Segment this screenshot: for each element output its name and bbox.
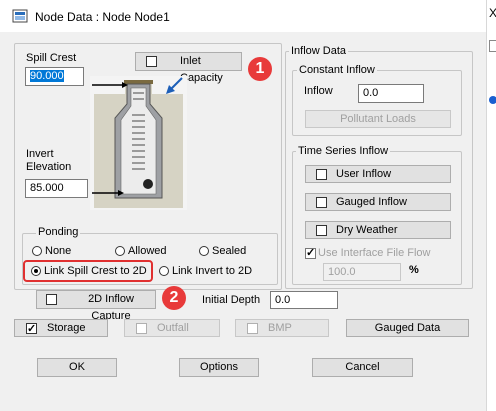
- outfall-button[interactable]: Outfall: [124, 319, 220, 337]
- user-inflow-checkbox[interactable]: [316, 169, 327, 180]
- outfall-checkbox[interactable]: [136, 323, 147, 334]
- scroll-icon: [489, 40, 496, 52]
- storage-button[interactable]: Storage: [14, 319, 108, 338]
- initial-depth-value: 0.0: [275, 294, 291, 306]
- gauged-data-button[interactable]: Gauged Data: [346, 319, 469, 337]
- app-icon: [12, 8, 28, 24]
- ponding-link-invert-radio[interactable]: [159, 266, 169, 276]
- percent-unit-label: %: [409, 264, 419, 276]
- close-icon[interactable]: X: [489, 6, 496, 20]
- initial-depth-label: Initial Depth: [202, 294, 261, 306]
- bmp-button[interactable]: BMP: [235, 319, 329, 337]
- gauged-inflow-button[interactable]: Gauged Inflow: [305, 193, 451, 211]
- spill-crest-label: Spill Crest: [26, 52, 77, 64]
- inflow-label: Inflow: [304, 85, 333, 97]
- annotation-badge-1: 1: [248, 57, 272, 81]
- background-window-strip: X: [486, 0, 496, 411]
- bmp-checkbox[interactable]: [247, 323, 258, 334]
- dry-weather-checkbox[interactable]: [316, 225, 327, 236]
- inflow-input[interactable]: 0.0: [358, 84, 424, 103]
- ponding-link-spill-radio[interactable]: [31, 266, 41, 276]
- inlet-capacity-label: Inlet Capacity: [180, 55, 223, 84]
- initial-depth-input[interactable]: 0.0: [270, 291, 338, 309]
- inflow-data-legend: Inflow Data: [289, 45, 349, 57]
- 2d-inflow-capture-checkbox[interactable]: [46, 294, 57, 305]
- user-inflow-label: User Inflow: [336, 168, 392, 180]
- ponding-none-radio[interactable]: [32, 246, 42, 256]
- storage-checkbox[interactable]: [26, 321, 37, 338]
- ponding-link-invert-label: Link Invert to 2D: [172, 265, 253, 277]
- time-series-inflow-legend: Time Series Inflow: [296, 145, 391, 157]
- gauged-inflow-label: Gauged Inflow: [336, 196, 407, 208]
- invert-elevation-label-line1: Invert: [26, 148, 54, 160]
- pollutant-loads-button[interactable]: Pollutant Loads: [305, 110, 451, 128]
- invert-elevation-input[interactable]: 85.000: [25, 179, 88, 198]
- storage-label: Storage: [47, 322, 86, 334]
- inlet-capacity-checkbox[interactable]: [146, 56, 157, 67]
- constant-inflow-legend: Constant Inflow: [297, 64, 377, 76]
- manhole-diagram: [90, 76, 187, 210]
- inlet-capacity-button[interactable]: Inlet Capacity: [135, 52, 242, 84]
- outfall-label: Outfall: [157, 322, 189, 334]
- interface-percent-value: 100.0: [328, 266, 356, 278]
- spill-crest-value: 90.000: [30, 70, 64, 82]
- ponding-allowed-label: Allowed: [128, 245, 167, 257]
- ponding-link-spill-label: Link Spill Crest to 2D: [44, 265, 147, 277]
- dry-weather-label: Dry Weather: [336, 224, 398, 236]
- inflow-value: 0.0: [363, 87, 379, 99]
- options-button[interactable]: Options: [179, 358, 259, 377]
- ponding-sealed-label: Sealed: [212, 245, 247, 257]
- user-inflow-button[interactable]: User Inflow: [305, 165, 451, 183]
- ponding-allowed-radio[interactable]: [115, 246, 125, 256]
- ponding-none-label: None: [45, 245, 72, 257]
- annotation-badge-2: 2: [162, 286, 186, 310]
- ok-button[interactable]: OK: [37, 358, 117, 377]
- window-title: Node Data : Node Node1: [35, 10, 170, 24]
- invert-elevation-label-line2: Elevation: [26, 161, 72, 173]
- gauged-inflow-checkbox[interactable]: [316, 197, 327, 208]
- bmp-label: BMP: [268, 322, 292, 334]
- invert-elevation-value: 85.000: [30, 182, 64, 194]
- interface-percent-input[interactable]: 100.0: [323, 263, 401, 281]
- use-interface-file-label: Use Interface File Flow: [318, 247, 431, 259]
- indicator-dot-icon: [489, 96, 496, 104]
- 2d-inflow-capture-button[interactable]: 2D Inflow Capture: [36, 290, 156, 322]
- ponding-sealed-radio[interactable]: [199, 246, 209, 256]
- spill-crest-input[interactable]: 90.000: [25, 67, 84, 86]
- dry-weather-button[interactable]: Dry Weather: [305, 221, 451, 239]
- ponding-legend: Ponding: [36, 226, 81, 238]
- use-interface-file-checkbox[interactable]: [305, 246, 316, 259]
- cancel-button[interactable]: Cancel: [312, 358, 413, 377]
